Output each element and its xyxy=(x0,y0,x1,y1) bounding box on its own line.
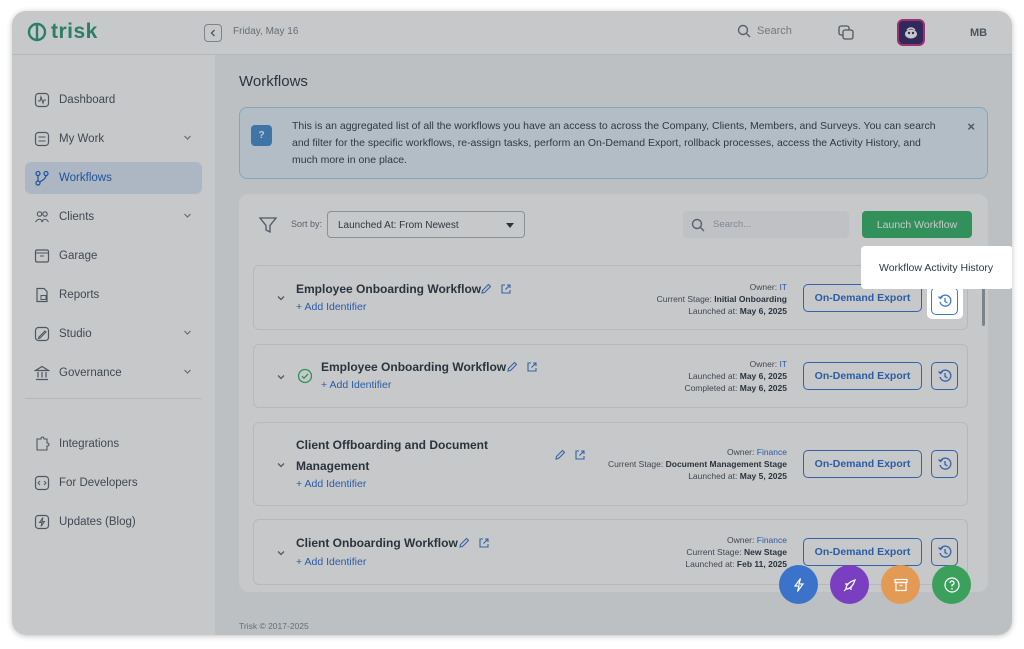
archive-icon xyxy=(893,578,908,591)
tour-overlay xyxy=(12,11,1012,635)
help-icon xyxy=(943,576,960,593)
fab-archive[interactable] xyxy=(881,565,920,604)
fab-launch[interactable] xyxy=(830,565,869,604)
fab-quick-actions[interactable] xyxy=(779,565,818,604)
activity-history-button[interactable] xyxy=(931,287,958,315)
lightning-icon xyxy=(793,577,804,592)
app-window: trisk Friday, May 16 Search MB Dashboard… xyxy=(12,11,1012,635)
rocket-icon xyxy=(843,578,856,591)
tooltip: Workflow Activity History xyxy=(861,246,1012,289)
history-icon xyxy=(937,294,951,307)
fab-help[interactable] xyxy=(932,565,971,604)
